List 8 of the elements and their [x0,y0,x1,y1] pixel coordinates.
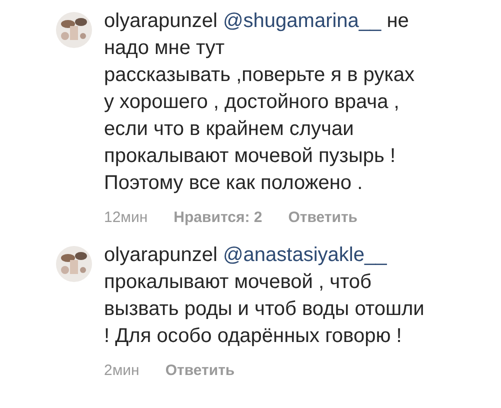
comment-time: 12мин [104,208,148,228]
comment-text: olyarapunzel @shugamarina__ не надо мне тут рассказывать ,поверьте я в руках у хорошего , достойного врача , если что в крайнем случаи прокалывают мочевой пузырь ! Поэтому все как положено . [104,9,415,196]
comment-text: olyarapunzel @anastasiyakle__ прокалывают мочевой , чтоб вызвать роды и чтоб воды отошли ! Для особо одарённых говорю ! [104,242,424,348]
username-link[interactable]: olyarapunzel [104,10,218,32]
mention-link[interactable]: @shugamarina__ [222,10,382,32]
username-link[interactable]: olyarapunzel [104,244,218,266]
comment-time: 2мин [104,360,140,380]
mention-link[interactable]: @anastasiyakle__ [222,244,387,266]
